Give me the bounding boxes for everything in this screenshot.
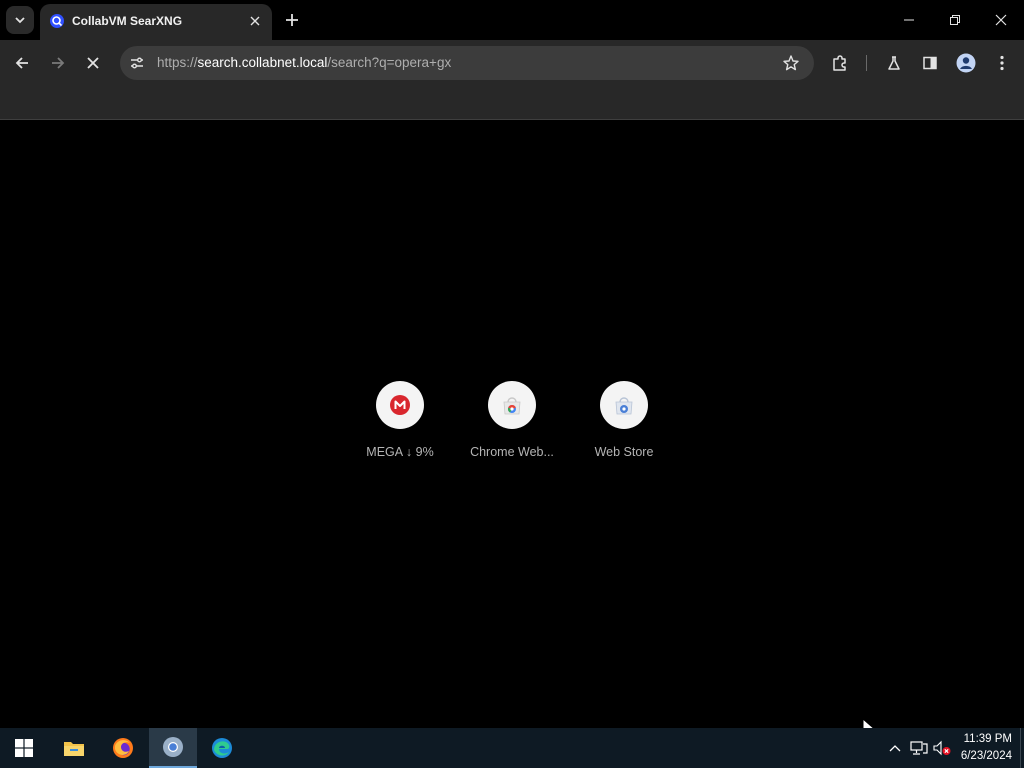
page-content: MEGA ↓ 9% Chrome Web... Web Store bbox=[0, 121, 1024, 728]
tab-title: CollabVM SearXNG bbox=[72, 14, 183, 28]
edge-icon bbox=[212, 738, 232, 758]
bookmarks-bar bbox=[0, 86, 1024, 120]
taskbar-chrome[interactable] bbox=[149, 728, 197, 768]
url-scheme: https:// bbox=[157, 55, 198, 70]
volume-muted-icon bbox=[933, 740, 951, 756]
toolbar-divider bbox=[866, 55, 867, 71]
extensions-button[interactable] bbox=[829, 52, 851, 74]
tab-active[interactable]: CollabVM SearXNG bbox=[40, 4, 272, 40]
tab-strip: CollabVM SearXNG bbox=[0, 0, 1024, 40]
close-icon bbox=[87, 57, 99, 69]
taskbar-clock[interactable]: 11:39 PM 6/23/2024 bbox=[961, 731, 1012, 765]
web-store-icon bbox=[615, 397, 633, 415]
network-icon bbox=[910, 741, 928, 755]
tune-icon bbox=[131, 57, 143, 69]
show-desktop-button[interactable] bbox=[1020, 728, 1024, 768]
windows-start-icon bbox=[15, 739, 33, 757]
clock-time: 11:39 PM bbox=[963, 733, 1012, 745]
taskbar-edge[interactable] bbox=[198, 728, 246, 768]
searxng-favicon-icon bbox=[50, 14, 64, 28]
chevron-up-icon bbox=[889, 745, 901, 752]
firefox-icon bbox=[113, 738, 133, 758]
url-host: search.collabnet.local bbox=[197, 55, 328, 70]
minimize-button[interactable] bbox=[886, 0, 932, 40]
shortcut-chrome-web-store[interactable]: Chrome Web... bbox=[462, 381, 562, 459]
tab-search-button[interactable] bbox=[6, 6, 34, 34]
shortcut-web-store[interactable]: Web Store bbox=[574, 381, 674, 459]
minimize-icon bbox=[904, 19, 914, 21]
chevron-down-icon bbox=[15, 17, 25, 24]
flask-icon bbox=[888, 56, 900, 70]
labs-button[interactable] bbox=[883, 52, 905, 74]
puzzle-icon bbox=[833, 55, 846, 71]
close-window-button[interactable] bbox=[978, 0, 1024, 40]
shortcut-tile bbox=[600, 381, 648, 429]
mega-icon bbox=[390, 395, 410, 415]
side-panel-icon bbox=[923, 56, 937, 70]
site-info-button[interactable] bbox=[128, 54, 146, 72]
start-button[interactable] bbox=[0, 728, 48, 768]
more-vert-icon bbox=[1000, 55, 1004, 71]
side-panel-button[interactable] bbox=[919, 52, 941, 74]
arrow-right-icon bbox=[52, 57, 65, 69]
shortcut-label: MEGA ↓ 9% bbox=[366, 445, 434, 459]
tray-network[interactable] bbox=[910, 740, 928, 756]
bookmark-star-icon[interactable] bbox=[782, 54, 800, 72]
shortcut-mega[interactable]: MEGA ↓ 9% bbox=[350, 381, 450, 459]
taskbar-firefox[interactable] bbox=[99, 728, 147, 768]
forward-button[interactable] bbox=[44, 49, 72, 77]
url-path: /search?q=opera+gx bbox=[327, 55, 452, 70]
shortcut-label: Web Store bbox=[594, 445, 654, 459]
taskbar: 11:39 PM 6/23/2024 bbox=[0, 728, 1024, 768]
chrome-web-store-icon bbox=[503, 397, 521, 415]
clock-date: 6/23/2024 bbox=[960, 750, 1012, 762]
url-text[interactable]: https://search.collabnet.local/search?q=… bbox=[157, 55, 451, 70]
restore-icon bbox=[950, 15, 960, 25]
shortcut-tile bbox=[376, 381, 424, 429]
address-bar[interactable]: https://search.collabnet.local/search?q=… bbox=[120, 46, 814, 80]
new-tab-button[interactable] bbox=[280, 8, 304, 32]
tray-overflow-button[interactable] bbox=[886, 740, 904, 756]
chrome-icon bbox=[163, 737, 183, 757]
close-icon bbox=[250, 16, 260, 26]
tab-close-button[interactable] bbox=[246, 12, 264, 30]
restore-button[interactable] bbox=[932, 0, 978, 40]
profile-button[interactable] bbox=[955, 52, 977, 74]
file-explorer-icon bbox=[64, 742, 84, 756]
close-icon bbox=[995, 14, 1007, 26]
plus-icon bbox=[286, 14, 298, 26]
shortcut-tile bbox=[488, 381, 536, 429]
taskbar-file-explorer[interactable] bbox=[50, 728, 98, 768]
arrow-left-icon bbox=[15, 57, 28, 69]
avatar-icon bbox=[956, 53, 976, 73]
tray-volume[interactable] bbox=[933, 740, 951, 756]
menu-button[interactable] bbox=[991, 52, 1013, 74]
browser-toolbar: https://search.collabnet.local/search?q=… bbox=[0, 40, 1024, 86]
stop-loading-button[interactable] bbox=[79, 49, 107, 77]
shortcut-label: Chrome Web... bbox=[470, 445, 554, 459]
back-button[interactable] bbox=[8, 49, 36, 77]
